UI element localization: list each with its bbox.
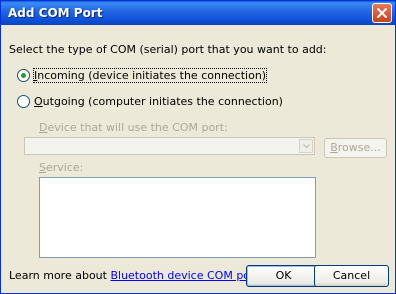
cancel-button[interactable]: Cancel bbox=[314, 265, 389, 287]
radio-selected-dot bbox=[21, 73, 26, 78]
browse-button[interactable]: Browse... bbox=[324, 138, 387, 158]
outgoing-radio[interactable] bbox=[17, 95, 30, 108]
combobox-dropdown-button[interactable] bbox=[299, 139, 313, 153]
window-title: Add COM Port bbox=[8, 6, 103, 20]
learn-more-text: Learn more about Bluetooth device COM po… bbox=[9, 269, 268, 282]
bluetooth-com-ports-link[interactable]: Bluetooth device COM ports bbox=[110, 269, 264, 282]
service-label: Service: bbox=[39, 161, 84, 174]
outgoing-label: Outgoing (computer initiates the connect… bbox=[34, 95, 283, 108]
device-combobox[interactable] bbox=[24, 137, 315, 155]
title-bar[interactable]: Add COM Port bbox=[1, 1, 395, 25]
ok-button[interactable]: OK bbox=[246, 265, 321, 287]
instruction-text: Select the type of COM (serial) port tha… bbox=[9, 43, 327, 56]
chevron-down-icon bbox=[303, 144, 310, 149]
close-icon bbox=[377, 8, 387, 18]
dialog-body: Select the type of COM (serial) port tha… bbox=[1, 25, 395, 293]
device-label: Device that will use the COM port: bbox=[39, 121, 228, 134]
incoming-label: Incoming (device initiates the connectio… bbox=[32, 68, 268, 83]
close-button[interactable] bbox=[372, 3, 392, 23]
incoming-radio[interactable] bbox=[17, 69, 30, 82]
add-com-port-dialog: Add COM Port Select the type of COM (ser… bbox=[0, 0, 396, 294]
service-textarea[interactable] bbox=[39, 177, 316, 258]
